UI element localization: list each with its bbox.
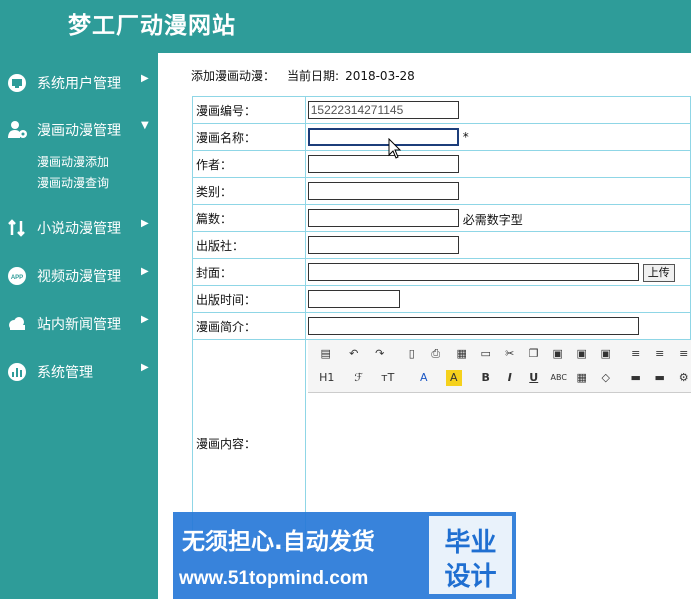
category-label: 类别： — [192, 177, 306, 205]
author-label: 作者： — [192, 150, 306, 178]
sidebar-item-label: 小说动漫管理 — [37, 221, 121, 237]
page-title: 添加漫画动漫： — [191, 69, 276, 83]
header: 梦工厂动漫网站 — [0, 0, 691, 53]
code-icon[interactable]: ▭ — [478, 346, 494, 362]
sidebar-item-novels[interactable]: 小说动漫管理 ▶ — [0, 212, 158, 242]
watermark-logo-line1: 毕业 — [444, 528, 497, 558]
chart-icon — [7, 362, 27, 382]
sidebar-item-comics[interactable]: 漫画动漫管理 ▼ — [0, 114, 158, 144]
comic-form: 漫画编号： 漫画名称： * 作者： 类别： 篇数： 必需数字型 出版社： 封面：… — [192, 96, 691, 547]
episodes-note: 必需数字型 — [462, 213, 523, 227]
underline-button[interactable]: U — [526, 370, 542, 386]
transfer-icon — [7, 218, 27, 238]
cover-input[interactable] — [307, 263, 639, 281]
site-title: 梦工厂动漫网站 — [68, 13, 236, 39]
watermark-logo-line2: 设计 — [444, 562, 497, 592]
eraser-icon[interactable]: ◇ — [598, 370, 614, 386]
cloud-icon — [7, 314, 27, 334]
sidebar-subitem-add[interactable]: 漫画动漫添加 — [37, 153, 109, 170]
name-input[interactable] — [307, 128, 459, 146]
svg-text:APP: APP — [11, 275, 23, 281]
sidebar-item-news[interactable]: 站内新闻管理 ▶ — [0, 308, 158, 338]
upload-button[interactable]: 上传 — [642, 264, 675, 282]
chevron-right-icon: ▶ — [141, 314, 149, 325]
pubtime-label: 出版时间： — [192, 285, 306, 313]
heading-button[interactable]: H1 — [314, 370, 340, 386]
strikethrough-button[interactable]: ABC — [548, 370, 570, 386]
monitor-icon — [7, 73, 27, 93]
code-label: 漫画编号： — [192, 96, 306, 124]
redo-icon[interactable]: ↷ — [372, 346, 388, 362]
editor-toolbar: ▤ ↶ ↷ ▯ ⎙ ▦ ▭ ✂ ❐ ▣ ▣ ▣ ≡ ≡ ≡ H1 ℱ тT A … — [307, 340, 691, 393]
date-label: 当前日期: — [287, 69, 340, 83]
align-right-icon[interactable]: ≡ — [676, 346, 691, 362]
watermark-url: www.51topmind.com — [179, 568, 369, 589]
intro-input[interactable] — [307, 317, 639, 335]
chevron-right-icon: ▶ — [141, 362, 149, 373]
print-icon[interactable]: ⎙ — [428, 346, 444, 362]
paste-icon[interactable]: ▣ — [550, 346, 566, 362]
watermark-slogan: 无须担心.自动发货 — [182, 529, 375, 555]
preview-icon[interactable]: ▯ — [404, 346, 420, 362]
font-family-button[interactable]: ℱ — [348, 370, 370, 386]
sidebar-item-label: 站内新闻管理 — [37, 317, 121, 333]
sidebar: 系统用户管理 ▶ 漫画动漫管理 ▼ 漫画动漫添加 漫画动漫查询 小说动漫管理 ▶… — [0, 53, 158, 599]
template-icon[interactable]: ▦ — [454, 346, 470, 362]
sidebar-item-system[interactable]: 系统管理 ▶ — [0, 356, 158, 386]
sidebar-item-videos[interactable]: APP 视频动漫管理 ▶ — [0, 260, 158, 290]
watermark-banner: 无须担心.自动发货 www.51topmind.com 毕业 设计 — [173, 512, 516, 599]
align-center-icon[interactable]: ≡ — [652, 346, 668, 362]
pubtime-input[interactable] — [307, 290, 400, 308]
paste-text-icon[interactable]: ▣ — [574, 346, 590, 362]
font-color-button[interactable]: A — [416, 370, 432, 386]
table-icon[interactable]: ▦ — [574, 370, 590, 386]
bold-button[interactable]: B — [478, 370, 494, 386]
sidebar-item-label: 系统用户管理 — [37, 76, 121, 92]
source-icon[interactable]: ▤ — [318, 346, 334, 362]
chevron-down-icon: ▼ — [141, 120, 149, 131]
sidebar-item-label: 视频动漫管理 — [37, 269, 121, 285]
paste-word-icon[interactable]: ▣ — [598, 346, 614, 362]
watermark-logo: 毕业 设计 — [429, 516, 512, 594]
app-icon: APP — [7, 266, 27, 286]
publisher-label: 出版社： — [192, 231, 306, 259]
episodes-label: 篇数： — [192, 204, 306, 232]
user-gear-icon — [7, 120, 27, 140]
sidebar-item-label: 系统管理 — [37, 365, 93, 381]
publisher-input[interactable] — [307, 236, 459, 254]
date-value: 2018-03-28 — [345, 69, 415, 83]
cut-icon[interactable]: ✂ — [502, 346, 518, 362]
bg-color-button[interactable]: A — [445, 370, 462, 386]
sidebar-item-label: 漫画动漫管理 — [37, 123, 121, 139]
link-icon[interactable]: ⚙ — [676, 370, 691, 386]
name-label: 漫画名称： — [192, 123, 306, 151]
page-heading: 添加漫画动漫： 当前日期: 2018-03-28 — [191, 67, 415, 84]
flash-icon[interactable]: ▬ — [652, 370, 668, 386]
chevron-right-icon: ▶ — [141, 73, 149, 84]
intro-label: 漫画简介： — [192, 312, 306, 340]
sidebar-subitem-query[interactable]: 漫画动漫查询 — [37, 174, 109, 191]
chevron-right-icon: ▶ — [141, 218, 149, 229]
category-input[interactable] — [307, 182, 459, 200]
author-input[interactable] — [307, 155, 459, 173]
mouse-cursor-icon — [388, 138, 402, 159]
font-size-button[interactable]: тT — [376, 370, 400, 386]
copy-icon[interactable]: ❐ — [526, 346, 542, 362]
cover-label: 封面： — [192, 258, 306, 286]
sidebar-item-users[interactable]: 系统用户管理 ▶ — [0, 67, 158, 97]
episodes-input[interactable] — [307, 209, 459, 227]
undo-icon[interactable]: ↶ — [346, 346, 362, 362]
chevron-right-icon: ▶ — [141, 266, 149, 277]
image-icon[interactable]: ▬ — [628, 370, 644, 386]
code-input[interactable] — [307, 101, 459, 119]
required-mark: * — [462, 130, 469, 144]
align-left-icon[interactable]: ≡ — [628, 346, 644, 362]
italic-button[interactable]: I — [502, 370, 518, 386]
